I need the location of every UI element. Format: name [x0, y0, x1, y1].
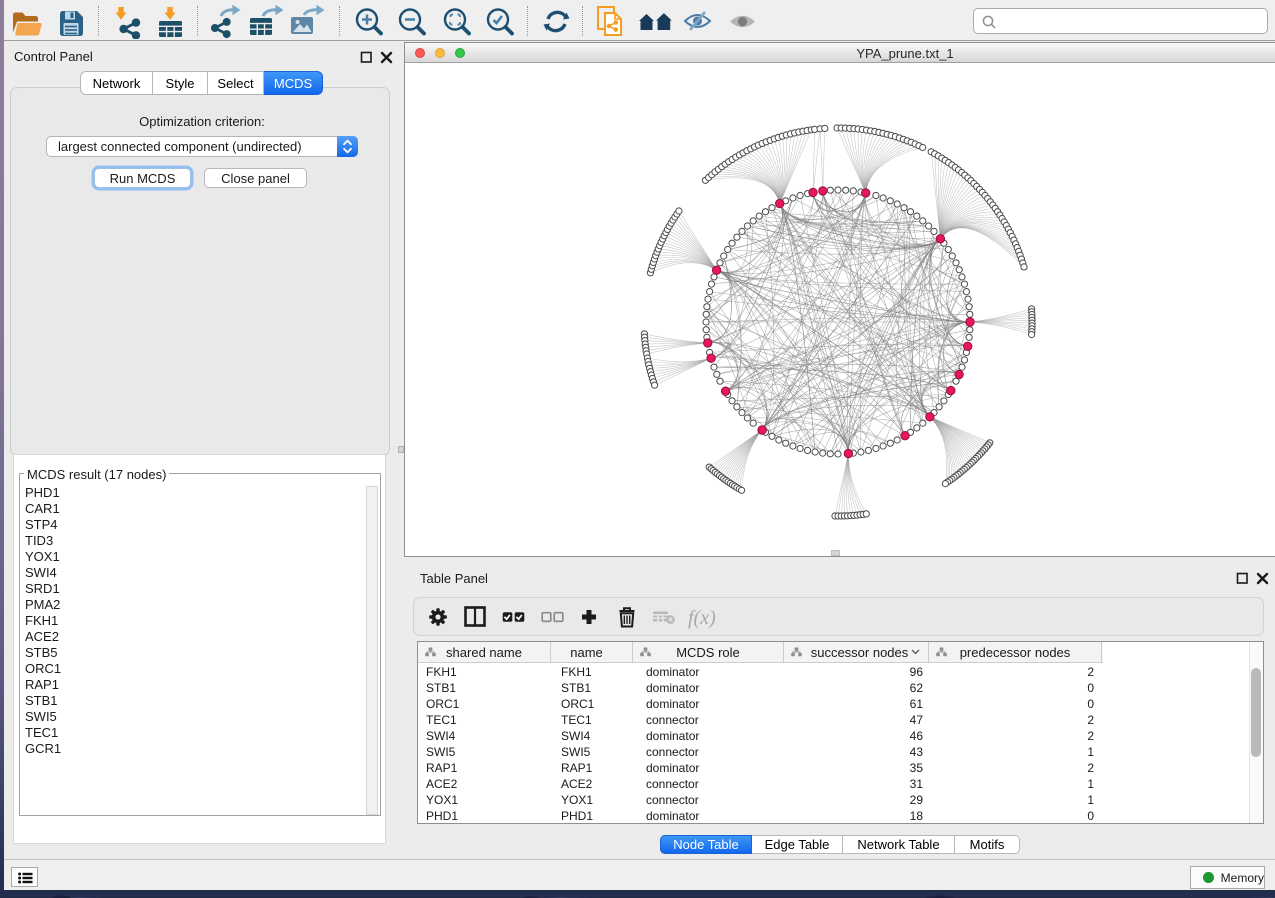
- svg-text:f(x): f(x): [688, 607, 716, 629]
